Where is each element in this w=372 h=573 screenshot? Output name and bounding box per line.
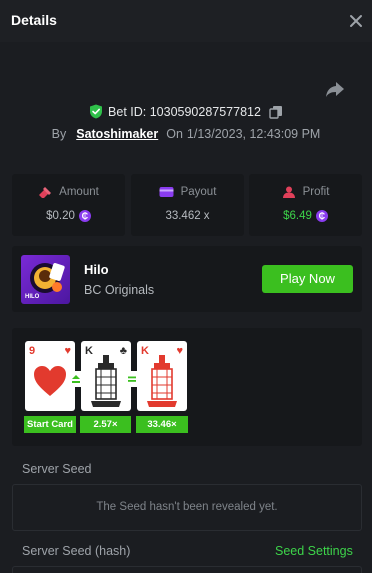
- server-seed-field: The Seed hasn't been revealed yet.: [12, 484, 362, 531]
- server-seed-hash-label: Server Seed (hash): [22, 544, 131, 558]
- bet-icon: [39, 187, 52, 198]
- game-card: HILO Hilo BC Originals Play Now: [12, 246, 362, 312]
- thumb-text: HILO: [25, 294, 40, 300]
- profit-value: $6.49: [283, 210, 312, 222]
- user-link[interactable]: Satoshimaker: [76, 127, 158, 141]
- hilo-cards-panel: 9 ♥ K ♣ K ♥ Start Card 2.57× 33.46×: [12, 328, 362, 446]
- copy-icon[interactable]: [269, 105, 283, 119]
- share-icon[interactable]: [324, 79, 346, 99]
- payout-stat: Payout 33.462 x: [131, 174, 244, 236]
- playing-card: K ♥: [137, 341, 187, 411]
- close-icon[interactable]: [347, 12, 365, 30]
- multiplier-tag: 33.46×: [136, 416, 188, 433]
- multiplier-tag: 2.57×: [80, 416, 131, 433]
- modal-header: Details: [0, 0, 372, 42]
- profit-stat: Profit $6.49 ₵: [249, 174, 362, 236]
- profit-label: Profit: [302, 186, 330, 198]
- seed-settings-link[interactable]: Seed Settings: [275, 544, 353, 558]
- wallet-icon: [159, 187, 174, 197]
- start-card-tag: Start Card: [24, 416, 76, 433]
- game-name: Hilo: [84, 262, 109, 277]
- bet-id-row: Bet ID: 1030590287577812: [0, 104, 372, 124]
- on-label: On: [166, 127, 183, 141]
- by-label: By: [51, 127, 67, 141]
- amount-label: Amount: [59, 186, 99, 198]
- bet-datetime: 1/13/2023, 12:43:09 PM: [186, 127, 321, 141]
- modal-title: Details: [11, 12, 57, 28]
- coin-icon: ₵: [78, 210, 91, 222]
- game-provider: BC Originals: [84, 283, 155, 297]
- shield-check-icon: [90, 104, 103, 119]
- profit-icon: [282, 186, 295, 198]
- coin-icon: ₵: [315, 210, 328, 222]
- amount-value: $0.20: [46, 210, 75, 222]
- bet-meta-row: By Satoshimaker On 1/13/2023, 12:43:09 PM: [0, 127, 372, 145]
- bet-id-text: Bet ID: 1030590287577812: [108, 104, 261, 119]
- amount-stat: Amount $0.20 ₵: [12, 174, 125, 236]
- game-thumbnail[interactable]: HILO: [21, 255, 70, 304]
- payout-label: Payout: [180, 186, 217, 198]
- server-seed-hash-field: [12, 566, 362, 573]
- play-now-button[interactable]: Play Now: [262, 265, 353, 293]
- payout-value: 33.462 x: [165, 210, 210, 222]
- server-seed-label: Server Seed: [22, 462, 92, 476]
- king-figure-icon: [147, 355, 177, 407]
